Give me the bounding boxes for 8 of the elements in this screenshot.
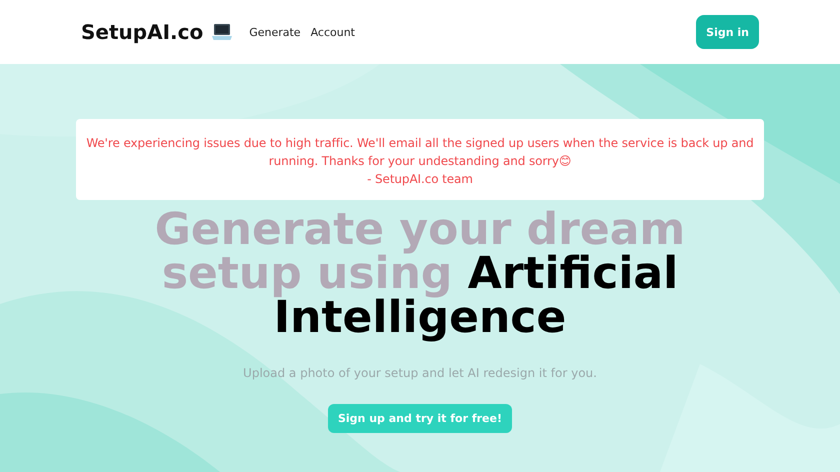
nav-link[interactable]: Account [310, 26, 355, 38]
notice-text: We're experiencing issues due to high traffic. We'll email all the signed up users when the service is back up and running. Thanks for your undestanding and sorry😊 [85, 135, 755, 170]
headline: Generate your dream setup using Artificial Intelligence [154, 208, 686, 340]
logo[interactable]: SetupAI.co [81, 20, 204, 44]
notice-text: - SetupAI.co team [366, 171, 474, 188]
laptop-icon [211, 23, 234, 41]
subtitle: Upload a photo of your setup and let AI redesign it for you. [243, 366, 597, 380]
nav-link[interactable]: Generate [249, 26, 301, 38]
